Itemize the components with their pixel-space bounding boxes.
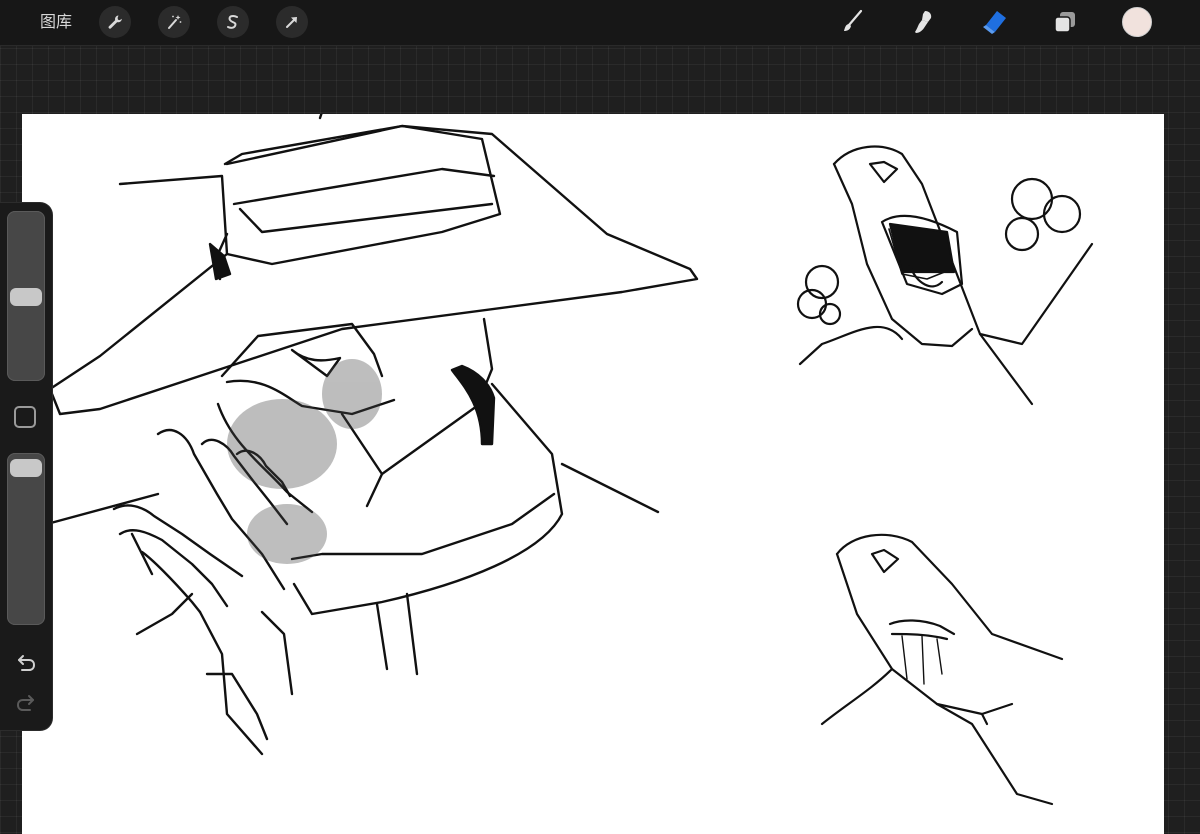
drawing-canvas[interactable] xyxy=(22,114,1164,834)
gallery-button[interactable]: 图库 xyxy=(40,11,72,33)
smudge-icon xyxy=(915,11,932,33)
redo-arrow-icon xyxy=(16,695,34,711)
brush-opacity-slider[interactable] xyxy=(7,453,45,625)
color-picker-button[interactable] xyxy=(1122,7,1152,37)
erase-button[interactable] xyxy=(978,6,1010,38)
artwork-sketch xyxy=(45,114,1094,806)
selection-s-icon xyxy=(227,15,238,29)
layers-icon xyxy=(1054,12,1075,33)
layers-button[interactable] xyxy=(1049,6,1081,38)
top-toolbar: 图库 xyxy=(0,0,1200,46)
modify-button[interactable] xyxy=(14,406,36,428)
eraser-icon xyxy=(983,11,1006,34)
wrench-icon xyxy=(108,15,122,29)
transform-button[interactable] xyxy=(276,6,308,38)
arrow-cursor-icon xyxy=(286,17,297,28)
side-toolbar xyxy=(0,203,52,730)
paint-button[interactable] xyxy=(836,6,868,38)
brush-icon xyxy=(844,9,863,31)
undo-button[interactable] xyxy=(12,650,40,674)
selection-button[interactable] xyxy=(217,6,249,38)
redo-button[interactable] xyxy=(12,690,40,714)
undo-arrow-icon xyxy=(18,655,36,671)
magic-wand-icon xyxy=(168,15,182,29)
brush-opacity-thumb[interactable] xyxy=(10,459,42,477)
smudge-button[interactable] xyxy=(906,6,938,38)
actions-button[interactable] xyxy=(99,6,131,38)
brush-size-thumb[interactable] xyxy=(10,288,42,306)
brush-size-slider[interactable] xyxy=(7,211,45,381)
adjustments-button[interactable] xyxy=(158,6,190,38)
